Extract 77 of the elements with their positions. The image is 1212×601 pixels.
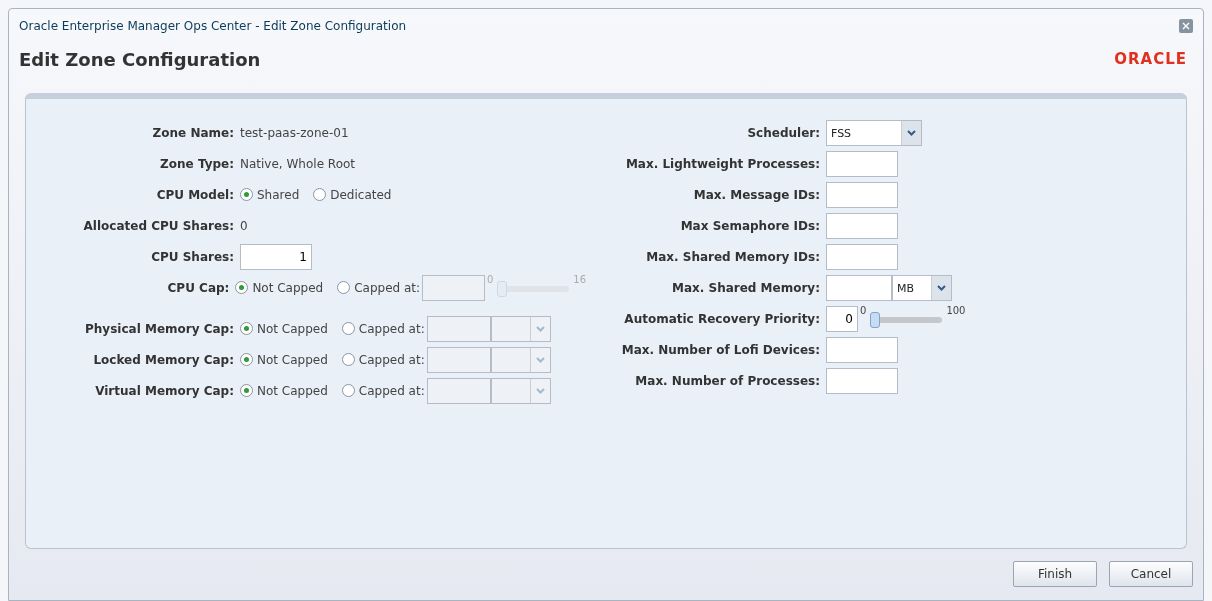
slider-max-label: 100 <box>946 304 966 318</box>
field-label: Max. Shared Memory: <box>671 279 821 297</box>
field-label: Max. Lightweight Processes: <box>624 155 821 173</box>
field-label: Virtual Memory Cap: <box>94 382 235 400</box>
input-field[interactable] <box>426 377 491 404</box>
chevron-down-icon <box>535 387 545 394</box>
dropdown[interactable] <box>490 315 551 342</box>
field-label: Max. Number of Processes: <box>634 372 821 390</box>
radio-button[interactable] <box>341 353 355 366</box>
input-field[interactable] <box>826 212 898 239</box>
chevron-down-icon <box>907 129 916 136</box>
input-field[interactable] <box>826 274 892 301</box>
radio-label: Not Capped <box>257 320 328 338</box>
radio-button[interactable] <box>240 188 253 201</box>
field-label: Max Semaphore IDs: <box>679 217 821 235</box>
close-icon <box>1182 22 1190 30</box>
field-value: Native, Whole Root <box>240 155 355 173</box>
slider-max-label: 16 <box>573 273 586 287</box>
field-label: Locked Memory Cap: <box>92 351 235 369</box>
input-field[interactable] <box>426 315 491 342</box>
input-field[interactable] <box>826 181 898 208</box>
field-label: Allocated CPU Shares: <box>82 217 235 235</box>
radio-label: Capped at: <box>358 351 425 369</box>
dropdown[interactable]: MB <box>892 274 952 301</box>
field-label: Scheduler: <box>746 124 821 142</box>
field-label: Automatic Recovery Priority: <box>623 310 821 328</box>
field-value: test-paas-zone-01 <box>240 124 349 142</box>
radio-button[interactable] <box>240 384 253 397</box>
radio-label: Not Capped <box>252 279 324 297</box>
input-field[interactable]: 0 <box>826 305 858 332</box>
chevron-down-icon <box>535 356 545 363</box>
input-field[interactable] <box>826 367 898 394</box>
radio-button[interactable] <box>341 384 355 397</box>
input-field[interactable] <box>826 243 898 270</box>
field-label: Zone Name: <box>151 124 235 142</box>
field-label: Zone Type: <box>159 155 235 173</box>
radio-label: Dedicated <box>330 186 392 204</box>
radio-label: Capped at: <box>354 279 421 297</box>
dropdown[interactable] <box>490 377 551 404</box>
slider-min-label: 0 <box>860 304 867 318</box>
slider[interactable] <box>870 312 943 328</box>
radio-label: Capped at: <box>358 382 425 400</box>
field-label: CPU Shares: <box>150 248 235 266</box>
input-field[interactable] <box>826 336 898 363</box>
radio-label: Capped at: <box>358 320 425 338</box>
field-label: Max. Shared Memory IDs: <box>645 248 821 266</box>
radio-button[interactable] <box>240 322 253 335</box>
field-label: Max. Message IDs: <box>692 186 821 204</box>
input-field[interactable]: 1 <box>240 243 312 270</box>
slider-min-label: 0 <box>486 273 494 287</box>
radio-label: Shared <box>257 186 300 204</box>
dropdown[interactable] <box>490 346 551 373</box>
oracle-logo: ORACLE <box>1114 48 1187 70</box>
radio-button[interactable] <box>235 281 249 294</box>
radio-button[interactable] <box>240 353 253 366</box>
field-value: 0 <box>240 217 248 235</box>
dialog-button[interactable]: Cancel <box>1109 561 1193 587</box>
field-label: Max. Number of Lofi Devices: <box>620 341 821 359</box>
dropdown[interactable]: FSS <box>826 119 922 146</box>
window-title: Oracle Enterprise Manager Ops Center - Edit Zone Configuration <box>19 18 407 35</box>
chevron-down-icon <box>937 284 946 291</box>
page-heading: Edit Zone Configuration <box>19 47 261 72</box>
field-label: CPU Model: <box>155 186 235 204</box>
radio-button[interactable] <box>337 281 351 294</box>
dialog-button[interactable]: Finish <box>1013 561 1097 587</box>
radio-label: Not Capped <box>257 382 328 400</box>
chevron-down-icon <box>535 325 545 332</box>
close-button[interactable] <box>1179 19 1193 33</box>
input-field[interactable] <box>422 274 485 301</box>
input-field[interactable] <box>826 150 898 177</box>
radio-label: Not Capped <box>257 351 328 369</box>
field-label: Physical Memory Cap: <box>84 320 235 338</box>
input-field[interactable] <box>426 346 491 373</box>
radio-button[interactable] <box>341 322 355 335</box>
slider-thumb[interactable] <box>870 312 881 328</box>
radio-button[interactable] <box>313 188 327 201</box>
field-label: CPU Cap: <box>166 279 231 297</box>
